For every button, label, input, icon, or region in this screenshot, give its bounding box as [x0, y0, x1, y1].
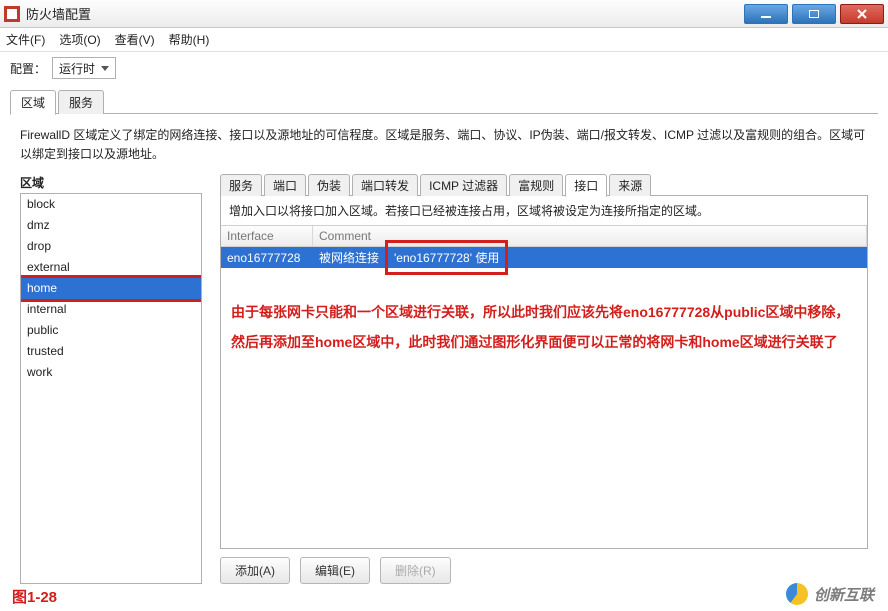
window-title: 防火墙配置: [26, 4, 91, 23]
zones-list[interactable]: block dmz drop external home internal pu…: [20, 193, 202, 584]
chevron-down-icon: [101, 66, 109, 71]
close-icon: [856, 8, 868, 20]
cell-comment-a: 被网络连接: [313, 247, 385, 268]
inner-tabs: 服务 端口 伪装 端口转发 ICMP 过滤器 富规则 接口 来源: [220, 174, 868, 196]
zone-item-internal[interactable]: internal: [21, 299, 201, 320]
interfaces-table-header: Interface Comment: [221, 225, 867, 247]
inner-tab-icmp[interactable]: ICMP 过滤器: [420, 174, 507, 196]
add-button[interactable]: 添加(A): [220, 557, 290, 584]
inner-tab-portfw[interactable]: 端口转发: [352, 174, 418, 196]
inner-tab-ifaces[interactable]: 接口: [565, 174, 607, 197]
inner-tab-services[interactable]: 服务: [220, 174, 262, 196]
figure-label: 图1-28: [12, 586, 57, 607]
outer-tabs: 区域 服务 FirewallD 区域定义了绑定的网络连接、接口以及源地址的可信程…: [10, 90, 878, 584]
zone-item-dmz[interactable]: dmz: [21, 215, 201, 236]
watermark-text: 创新互联: [814, 584, 874, 605]
minimize-icon: [760, 8, 772, 20]
inner-tab-sources[interactable]: 来源: [609, 174, 651, 196]
watermark-logo-icon: [786, 583, 808, 605]
cell-comment-b: 'eno16777728' 使用: [394, 251, 499, 265]
annotation-text: 由于每张网卡只能和一个区域进行关联，所以此时我们应该先将eno16777728从…: [221, 268, 867, 357]
tab-zones[interactable]: 区域: [10, 90, 56, 115]
menubar: 文件(F) 选项(O) 查看(V) 帮助(H): [0, 28, 888, 52]
highlight-box-home: home: [20, 275, 202, 302]
cell-interface: eno16777728: [221, 249, 313, 267]
zone-item-public[interactable]: public: [21, 320, 201, 341]
menu-options[interactable]: 选项(O): [59, 31, 100, 48]
menu-file[interactable]: 文件(F): [6, 31, 45, 48]
config-label: 配置：: [10, 60, 46, 77]
zone-item-block[interactable]: block: [21, 194, 201, 215]
inner-tab-ports[interactable]: 端口: [264, 174, 306, 196]
maximize-icon: [809, 10, 819, 18]
interfaces-description: 增加入口以将接口加入区域。若接口已经被连接占用，区域将被设定为连接所指定的区域。: [221, 196, 867, 225]
watermark: 创新互联: [786, 583, 874, 605]
tab-services[interactable]: 服务: [58, 90, 104, 114]
zone-item-drop[interactable]: drop: [21, 236, 201, 257]
inner-tab-masq[interactable]: 伪装: [308, 174, 350, 196]
menu-help[interactable]: 帮助(H): [169, 31, 210, 48]
zone-item-work[interactable]: work: [21, 362, 201, 383]
col-interface: Interface: [221, 226, 313, 246]
app-icon: [4, 6, 20, 22]
zone-description: FirewallD 区域定义了绑定的网络连接、接口以及源地址的可信程度。区域是服…: [10, 122, 878, 174]
remove-button[interactable]: 删除(R): [380, 557, 451, 584]
interface-row[interactable]: eno16777728 被网络连接 'eno16777728' 使用: [221, 247, 867, 268]
button-row: 添加(A) 编辑(E) 删除(R): [220, 549, 868, 584]
close-button[interactable]: [840, 4, 884, 24]
minimize-button[interactable]: [744, 4, 788, 24]
config-select[interactable]: 运行时: [52, 57, 116, 79]
titlebar: 防火墙配置: [0, 0, 888, 28]
zone-item-home[interactable]: home: [21, 278, 201, 299]
edit-button[interactable]: 编辑(E): [300, 557, 370, 584]
inner-tab-rich[interactable]: 富规则: [509, 174, 563, 196]
zones-heading: 区域: [20, 174, 202, 191]
maximize-button[interactable]: [792, 4, 836, 24]
interfaces-pane: 增加入口以将接口加入区域。若接口已经被连接占用，区域将被设定为连接所指定的区域。…: [220, 196, 868, 549]
menu-view[interactable]: 查看(V): [115, 31, 155, 48]
config-row: 配置： 运行时: [0, 52, 888, 84]
zone-item-trusted[interactable]: trusted: [21, 341, 201, 362]
config-value: 运行时: [59, 60, 95, 77]
